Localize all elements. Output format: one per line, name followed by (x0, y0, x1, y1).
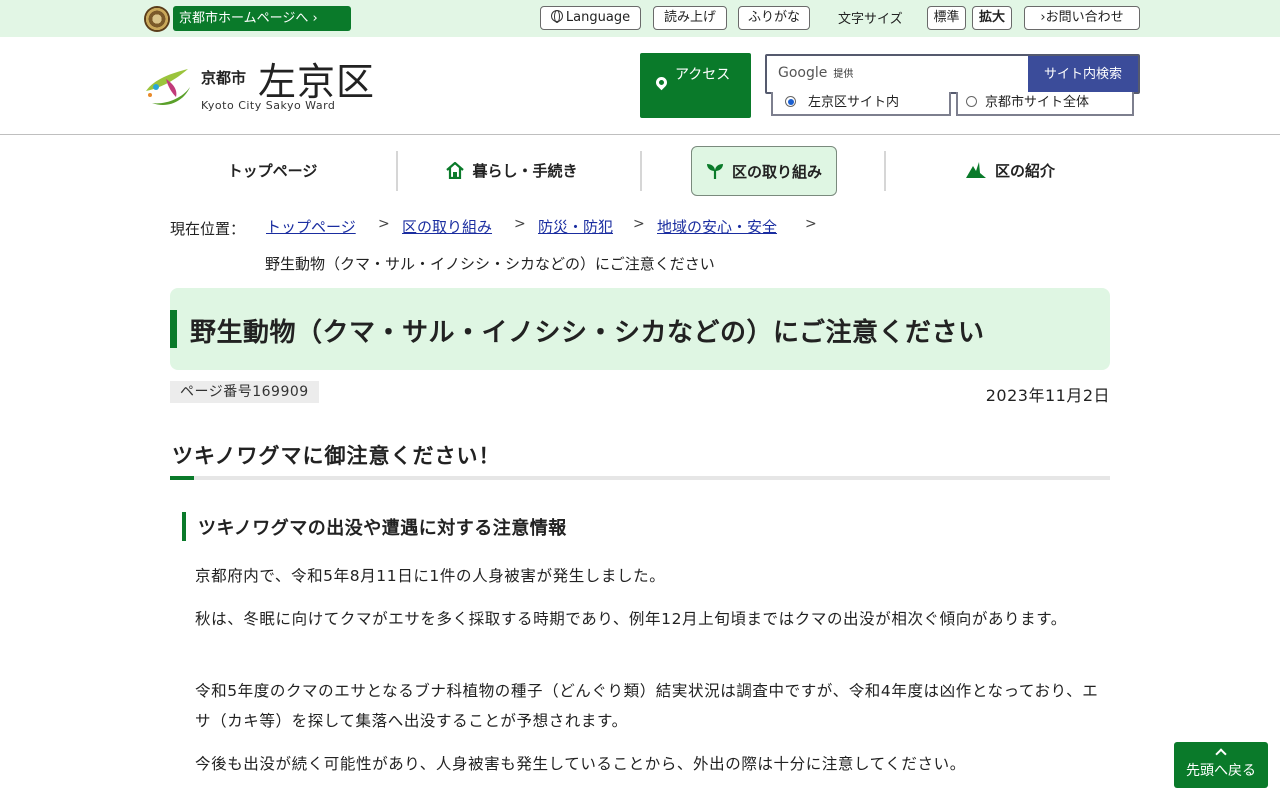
section-heading: ツキノワグマに御注意ください！ (172, 444, 501, 468)
read-aloud-button[interactable]: 読み上げ (653, 6, 727, 30)
nav-living-label: 暮らし・手続き (472, 162, 578, 180)
chevron-right-icon: > (514, 216, 526, 232)
nav-divider (884, 151, 886, 191)
site-search: Google 提供 サイト内検索 (765, 54, 1140, 94)
furigana-button[interactable]: ふりがな (738, 6, 810, 30)
kyoto-city-emblem-icon (144, 6, 170, 32)
nav-divider (396, 151, 398, 191)
font-standard-button[interactable]: 標準 (927, 6, 966, 30)
scope-city-option[interactable]: 京都市サイト全体 (956, 92, 1134, 116)
breadcrumb-label: 現在位置： (170, 220, 246, 238)
language-button[interactable]: Language (540, 6, 641, 30)
breadcrumb-link[interactable]: 防災・防犯 (538, 216, 613, 237)
font-size-label: 文字サイズ (838, 12, 903, 27)
house-icon (446, 162, 465, 179)
access-button[interactable]: アクセス (640, 53, 751, 118)
mountain-icon (965, 162, 986, 178)
logo-city-name: 京都市 (201, 69, 247, 87)
back-to-top-label: 先頭へ戻る (1186, 763, 1256, 779)
chevron-up-icon (1215, 748, 1227, 760)
chevron-right-icon: > (805, 216, 817, 232)
site-search-button[interactable]: サイト内検索 (1028, 56, 1138, 92)
kyoto-city-home-link[interactable]: 京都市ホームページへ › (173, 6, 351, 31)
site-header: 京都市 左京区 Kyoto City Sakyo Ward アクセス Googl… (0, 37, 1280, 135)
nav-intro[interactable]: 区の紹介 (945, 146, 1075, 196)
nav-initiatives-label: 区の取り組み (731, 163, 822, 181)
map-pin-icon (653, 74, 670, 91)
breadcrumb-current: 野生動物（クマ・サル・イノシシ・シカなどの）にご注意ください (265, 255, 715, 273)
section-heading-rule (170, 476, 1110, 480)
scope-ward-label: 左京区サイト内 (808, 95, 900, 110)
nav-top-page[interactable]: トップページ (200, 146, 345, 196)
page-date: 2023年11月2日 (985, 386, 1110, 405)
utility-bar: 京都市ホームページへ › Language 読み上げ ふりがな 文字サイズ 標準… (0, 0, 1280, 37)
logo-ward-name: 左京区 (258, 60, 376, 104)
paragraph: 令和5年度のクマのエサとなるブナ科植物の種子（どんぐり類）結実状況は調査中ですが… (195, 682, 1099, 730)
sprout-icon (706, 164, 723, 179)
scope-city-radio[interactable] (966, 96, 977, 107)
globe-icon (550, 10, 563, 23)
nav-divider (640, 151, 642, 191)
page-number-badge: ページ番号169909 (170, 381, 319, 403)
scope-city-label: 京都市サイト全体 (985, 95, 1090, 110)
nav-intro-label: 区の紹介 (994, 162, 1055, 180)
sakyo-ward-logo-icon[interactable] (142, 65, 194, 109)
page-title: 野生動物（クマ・サル・イノシシ・シカなどの）にご注意ください (190, 318, 985, 348)
paragraph: 京都府内で、令和5年8月11日に1件の人身被害が発生しました。 (195, 567, 666, 585)
access-label: アクセス (675, 67, 731, 83)
language-label: Language (565, 10, 631, 25)
logo-english-name: Kyoto City Sakyo Ward (201, 99, 336, 112)
search-input[interactable] (767, 56, 1029, 92)
paragraph: 今後も出没が続く可能性があり、人身被害も発生していることから、外出の際は十分に注… (195, 755, 966, 773)
scope-ward-radio[interactable] (785, 96, 796, 107)
title-accent-bar (170, 310, 177, 348)
nav-living[interactable]: 暮らし・手続き (417, 146, 607, 196)
font-large-button[interactable]: 拡大 (972, 6, 1012, 30)
global-nav: トップページ 暮らし・手続き 区の取り組み 区の紹介 (155, 146, 1125, 196)
breadcrumb-link[interactable]: 地域の安心・安全 (657, 216, 777, 237)
subsection-heading: ツキノワグマの出没や遭遇に対する注意情報 (198, 518, 567, 539)
back-to-top-button[interactable]: 先頭へ戻る (1174, 742, 1268, 788)
breadcrumb-link[interactable]: 区の取り組み (402, 216, 492, 237)
paragraph: 秋は、冬眠に向けてクマがエサを多く採取する時期であり、例年12月上旬頃まではクマ… (195, 610, 1067, 628)
chevron-right-icon: > (633, 216, 645, 232)
contact-button[interactable]: ›お問い合わせ (1024, 6, 1140, 30)
scope-ward-option[interactable]: 左京区サイト内 (771, 92, 951, 116)
breadcrumb-link[interactable]: トップページ (266, 216, 356, 237)
nav-initiatives[interactable]: 区の取り組み (691, 146, 837, 196)
page-title-box: 野生動物（クマ・サル・イノシシ・シカなどの）にご注意ください (170, 288, 1110, 370)
subsection-accent-bar (182, 512, 186, 541)
chevron-right-icon: > (378, 216, 390, 232)
